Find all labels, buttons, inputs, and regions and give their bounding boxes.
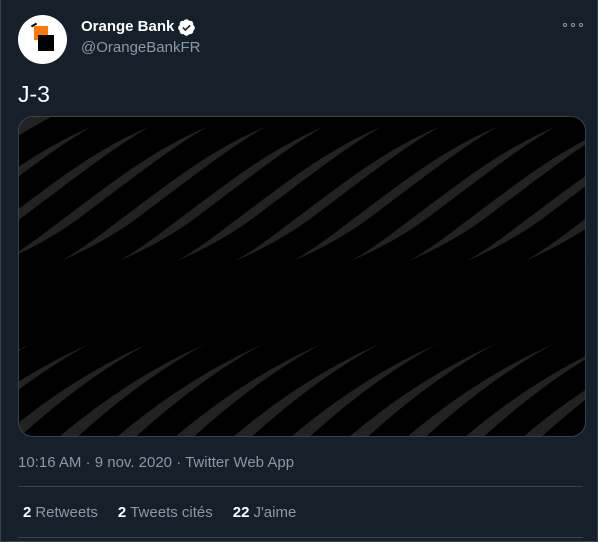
tweet-media-image[interactable] (18, 116, 586, 437)
tweet-date[interactable]: 9 nov. 2020 (95, 454, 172, 471)
display-name-row: Orange Bank (81, 17, 200, 37)
meta-separator: · (172, 454, 186, 471)
logo-black-square (38, 35, 54, 51)
tweet-meta: 10:16 AM · 9 nov. 2020 · Twitter Web App (18, 453, 294, 473)
quote-tweets-stat[interactable]: 2 Tweets cités (118, 503, 213, 523)
likes-stat[interactable]: 22 J'aime (233, 503, 297, 523)
avatar[interactable] (18, 15, 67, 64)
retweets-stat[interactable]: 2 Retweets (23, 503, 98, 523)
likes-count: 22 (232, 504, 250, 521)
wave-pattern-image (19, 117, 585, 436)
display-name[interactable]: Orange Bank (81, 17, 174, 37)
verified-badge-icon (177, 18, 196, 37)
dot (579, 23, 583, 27)
tweet-time[interactable]: 10:16 AM (18, 454, 81, 471)
dot (571, 23, 575, 27)
more-options-icon[interactable] (563, 18, 583, 32)
quote-tweets-label: Tweets cités (130, 504, 213, 521)
author-handle[interactable]: @OrangeBankFR (81, 38, 200, 58)
quote-tweets-count: 2 (117, 504, 127, 521)
likes-label: J'aime (253, 504, 297, 521)
divider (18, 486, 583, 487)
dot (563, 23, 567, 27)
tweet-stats: 2 Retweets 2 Tweets cités 22 J'aime (23, 503, 316, 523)
retweets-count: 2 (23, 504, 32, 521)
tweet-header: Orange Bank @OrangeBankFR (18, 15, 200, 64)
tweet-source[interactable]: Twitter Web App (185, 454, 294, 471)
tweet-text: J-3 (18, 81, 50, 107)
meta-separator: · (81, 454, 95, 471)
divider (18, 537, 583, 538)
author-names: Orange Bank @OrangeBankFR (81, 17, 200, 58)
retweets-label: Retweets (35, 504, 98, 521)
tweet-card: Orange Bank @OrangeBankFR J-3 10:16 AM ·… (0, 0, 598, 542)
